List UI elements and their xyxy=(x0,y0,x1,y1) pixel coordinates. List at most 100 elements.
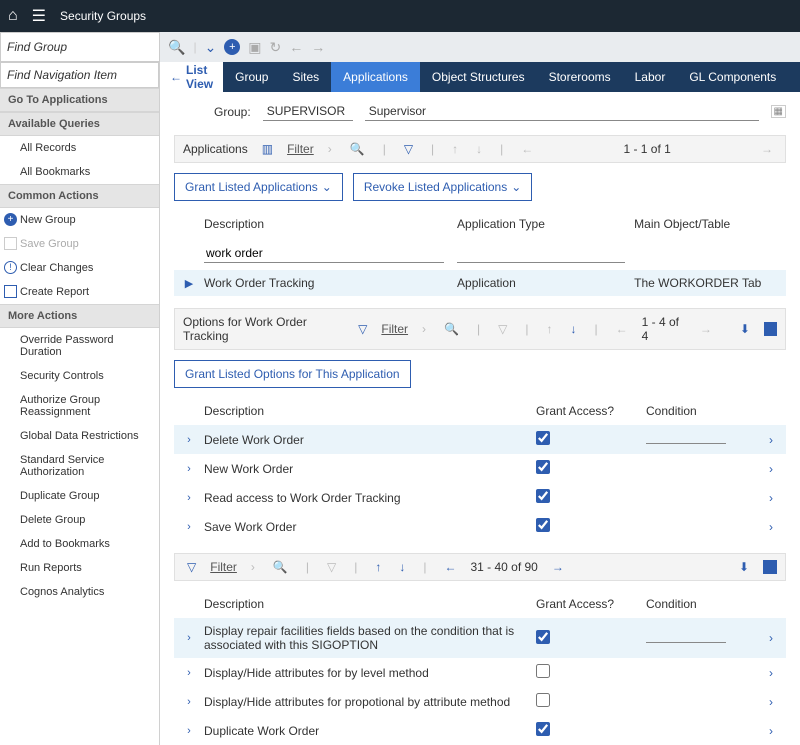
detail-arrow-icon[interactable]: › xyxy=(756,491,786,505)
filter-toggle-icon[interactable]: ▽ xyxy=(354,322,371,336)
sidebar-clear-changes[interactable]: !Clear Changes xyxy=(0,256,159,280)
sidebar-add-bookmarks[interactable]: Add to Bookmarks xyxy=(0,532,159,556)
grant-checkbox[interactable] xyxy=(536,630,550,644)
col-description[interactable]: Description xyxy=(204,217,457,231)
expand-icon[interactable]: › xyxy=(174,667,204,679)
group-name[interactable]: SUPERVISOR xyxy=(263,102,353,121)
filter-desc-input[interactable] xyxy=(204,244,444,263)
expand-icon[interactable]: › xyxy=(174,632,204,644)
sidebar-std-service-auth[interactable]: Standard Service Authorization xyxy=(0,448,159,484)
table-row[interactable]: ›Display repair facilities fields based … xyxy=(174,618,786,658)
settings-icon[interactable] xyxy=(764,322,777,336)
down-icon[interactable]: ↓ xyxy=(395,560,409,574)
detail-arrow-icon[interactable]: › xyxy=(756,433,786,447)
tab-storerooms[interactable]: Storerooms xyxy=(537,62,623,92)
col-apptype[interactable]: Application Type xyxy=(457,217,634,231)
download-icon[interactable]: ⬇ xyxy=(736,322,754,336)
table-row[interactable]: ›New Work Order› xyxy=(174,454,786,483)
col-mainobj[interactable]: Main Object/Table xyxy=(634,217,786,231)
sidebar-all-bookmarks[interactable]: All Bookmarks xyxy=(0,160,159,184)
sidebar-duplicate-group[interactable]: Duplicate Group xyxy=(0,484,159,508)
chevron-down-icon[interactable]: ⌄ xyxy=(205,39,217,56)
table-row[interactable]: ›Display/Hide attributes for by level me… xyxy=(174,658,786,687)
grant-options-button[interactable]: Grant Listed Options for This Applicatio… xyxy=(174,360,411,388)
grant-checkbox[interactable] xyxy=(536,664,550,678)
next-page-icon[interactable]: → xyxy=(548,560,568,574)
tab-listview[interactable]: ←List View xyxy=(160,62,223,97)
goto-apps-header[interactable]: Go To Applications xyxy=(0,88,159,112)
options-filter-link[interactable]: Filter xyxy=(381,322,408,336)
sidebar-run-reports[interactable]: Run Reports xyxy=(0,556,159,580)
sidebar-create-report[interactable]: Create Report xyxy=(0,280,159,304)
detail-arrow-icon[interactable]: › xyxy=(756,666,786,680)
clear-filter-icon[interactable]: ▽ xyxy=(400,142,417,156)
expand-icon[interactable]: › xyxy=(174,492,204,504)
apps-filter-link[interactable]: Filter xyxy=(287,142,314,156)
grant-checkbox[interactable] xyxy=(536,518,550,532)
home-icon[interactable]: ⌂ xyxy=(8,7,18,25)
tab-limits[interactable]: Limits and Toler xyxy=(788,62,800,92)
sidebar-new-group[interactable]: +New Group xyxy=(0,208,159,232)
sidebar-security-controls[interactable]: Security Controls xyxy=(0,364,159,388)
apps-row[interactable]: ▶ Work Order Tracking Application The WO… xyxy=(174,270,786,296)
expand-icon[interactable]: ▶ xyxy=(174,277,204,290)
table-row[interactable]: ›Read access to Work Order Tracking› xyxy=(174,483,786,512)
expand-icon[interactable]: › xyxy=(174,521,204,533)
prev-page-icon[interactable]: ← xyxy=(440,560,460,574)
revoke-apps-button[interactable]: Revoke Listed Applications ⌄ xyxy=(353,173,532,201)
expand-icon[interactable]: › xyxy=(174,434,204,446)
down-icon[interactable]: ↓ xyxy=(566,322,580,336)
condition-input[interactable] xyxy=(646,432,726,444)
grant-checkbox[interactable] xyxy=(536,722,550,736)
expand-icon[interactable]: › xyxy=(174,463,204,475)
clear-filter-icon[interactable]: ▽ xyxy=(323,560,340,574)
filter-toggle-icon[interactable]: ▽ xyxy=(183,560,200,574)
sub-filter-link[interactable]: Filter xyxy=(210,560,237,574)
sidebar-global-data[interactable]: Global Data Restrictions xyxy=(0,424,159,448)
find-group-input[interactable]: Find Group xyxy=(0,32,160,62)
download-icon[interactable]: ⬇ xyxy=(735,560,753,574)
filter-type-input[interactable] xyxy=(457,244,625,263)
settings-icon[interactable] xyxy=(763,560,777,574)
expand-icon[interactable]: › xyxy=(174,696,204,708)
grant-checkbox[interactable] xyxy=(536,460,550,474)
tab-sites[interactable]: Sites xyxy=(280,62,331,92)
tab-applications[interactable]: Applications xyxy=(331,62,420,92)
table-row[interactable]: ›Save Work Order› xyxy=(174,512,786,541)
group-desc[interactable]: Supervisor xyxy=(365,102,759,121)
search-icon[interactable]: 🔍 xyxy=(269,560,292,574)
grant-checkbox[interactable] xyxy=(536,431,550,445)
tab-gl-components[interactable]: GL Components xyxy=(677,62,788,92)
detail-arrow-icon[interactable]: › xyxy=(756,520,786,534)
table-row[interactable]: ›Delete Work Order› xyxy=(174,425,786,454)
add-icon[interactable]: + xyxy=(224,39,240,55)
up-icon[interactable]: ↑ xyxy=(371,560,385,574)
grant-checkbox[interactable] xyxy=(536,489,550,503)
search-icon[interactable]: 🔍 xyxy=(440,322,463,336)
search-icon[interactable]: 🔍 xyxy=(346,142,369,156)
clear-filter-icon[interactable]: ▽ xyxy=(494,322,511,336)
table-row[interactable]: ›Display/Hide attributes for propotional… xyxy=(174,687,786,716)
tab-group[interactable]: Group xyxy=(223,62,280,92)
expand-icon[interactable]: › xyxy=(174,725,204,737)
detail-arrow-icon[interactable]: › xyxy=(756,724,786,738)
detail-arrow-icon[interactable]: › xyxy=(756,631,786,645)
sidebar-delete-group[interactable]: Delete Group xyxy=(0,508,159,532)
table-row[interactable]: ›Duplicate Work Order› xyxy=(174,716,786,745)
grant-apps-button[interactable]: Grant Listed Applications ⌄ xyxy=(174,173,343,201)
sidebar-authorize-reassignment[interactable]: Authorize Group Reassignment xyxy=(0,388,159,424)
sidebar-override-password[interactable]: Override Password Duration xyxy=(0,328,159,364)
tab-object-structures[interactable]: Object Structures xyxy=(420,62,537,92)
search-icon[interactable]: 🔍 xyxy=(168,39,185,56)
menu-icon[interactable]: ☰ xyxy=(32,6,46,26)
grant-checkbox[interactable] xyxy=(536,693,550,707)
back-icon[interactable]: ← xyxy=(289,39,303,55)
condition-input[interactable] xyxy=(646,631,726,643)
sidebar-cognos[interactable]: Cognos Analytics xyxy=(0,580,159,604)
sidebar-all-records[interactable]: All Records xyxy=(0,136,159,160)
find-nav-input[interactable]: Find Navigation Item xyxy=(0,62,159,88)
detail-arrow-icon[interactable]: › xyxy=(756,695,786,709)
filter-toggle-icon[interactable]: ▥ xyxy=(258,142,277,156)
detail-arrow-icon[interactable]: › xyxy=(756,462,786,476)
refresh-icon[interactable]: ↻ xyxy=(270,39,282,56)
